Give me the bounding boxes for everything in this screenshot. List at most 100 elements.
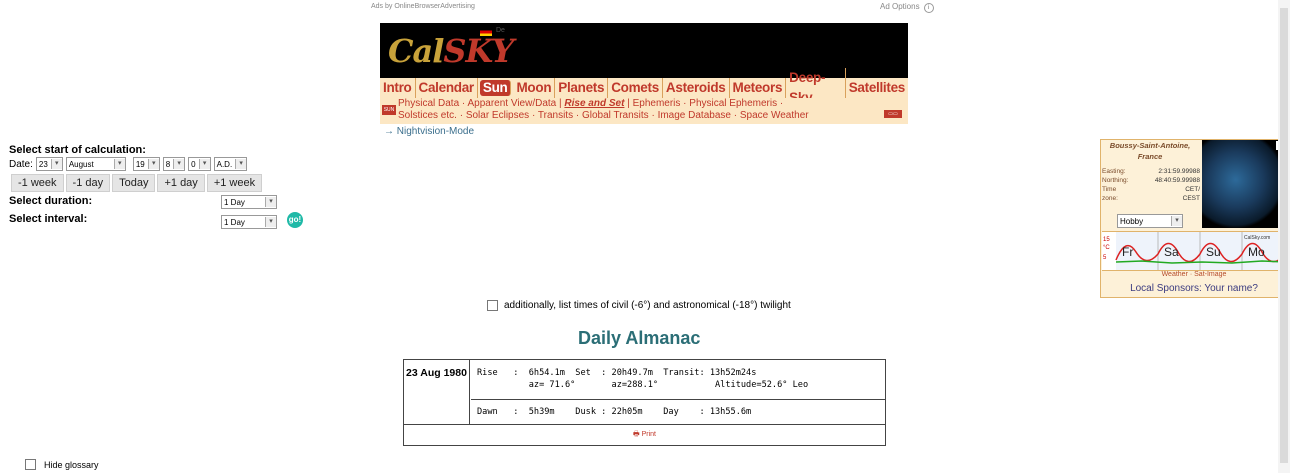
minute-value: 0 bbox=[191, 159, 196, 169]
glossary-label: Hide glossary bbox=[44, 459, 99, 470]
date-selector-row: Date: 23 ▾ August ▾ 19 ▾ 8 ▾ 0 ▾ A.D. ▾ bbox=[9, 157, 248, 171]
coord-value: CET/ bbox=[1185, 186, 1200, 193]
nav-sun[interactable]: Sun bbox=[479, 80, 512, 96]
hour-value: 8 bbox=[165, 159, 171, 169]
calsky-logo[interactable]: CalSKY bbox=[388, 32, 514, 70]
german-flag-icon[interactable] bbox=[480, 28, 492, 36]
local-sponsors-link[interactable]: Local Sponsors: Your name? bbox=[1101, 283, 1287, 294]
month-value: August bbox=[68, 159, 94, 169]
earth-globe-image bbox=[1202, 140, 1286, 228]
nav-intro[interactable]: Intro bbox=[380, 78, 416, 98]
nightvision-link[interactable]: → Nightvision-Mode bbox=[384, 126, 474, 137]
subnav-physical-data[interactable]: Physical Data bbox=[398, 98, 459, 109]
ad-options[interactable]: Ad Options i bbox=[880, 2, 934, 13]
plus-week-button[interactable]: +1 week bbox=[206, 174, 263, 192]
logo-part-a: Cal bbox=[388, 32, 444, 70]
weather-links[interactable]: Weather · Sat-Image bbox=[1101, 271, 1287, 278]
year-select[interactable]: 19 ▾ bbox=[132, 157, 160, 171]
dawn-dusk-row: Dawn : 5h39m Dusk : 22h05m Day : 13h55.6… bbox=[471, 400, 885, 424]
date-label: Date: bbox=[9, 158, 33, 170]
nav-asteroids[interactable]: Asteroids bbox=[663, 78, 730, 98]
page-scrollbar[interactable] bbox=[1278, 0, 1290, 473]
subnav-transits[interactable]: Transits bbox=[538, 110, 573, 121]
language-link[interactable]: De bbox=[496, 27, 505, 34]
duration-value: 1 Day bbox=[224, 197, 245, 207]
hour-select[interactable]: 8 ▾ bbox=[162, 157, 186, 171]
twilight-label: additionally, list times of civil (-6°) … bbox=[504, 300, 791, 311]
minus-day-button[interactable]: -1 day bbox=[65, 174, 111, 192]
ads-by-label[interactable]: Ads by OnlineBrowserAdvertising bbox=[371, 3, 475, 10]
era-select[interactable]: A.D. ▾ bbox=[213, 157, 248, 171]
duration-select[interactable]: 1 Day ▾ bbox=[221, 195, 277, 209]
minute-select[interactable]: 0 ▾ bbox=[188, 157, 211, 171]
subnav-rise-and-set[interactable]: Rise and Set bbox=[564, 98, 624, 109]
scrollbar-thumb[interactable] bbox=[1280, 8, 1288, 463]
rise-set-line-1: Rise : 6h54.1m Set : 20h49.7m Transit: 1… bbox=[477, 368, 757, 378]
temp-tick: 15 bbox=[1103, 237, 1110, 243]
subnav-solstices[interactable]: Solstices etc. bbox=[398, 110, 457, 121]
chevron-down-icon: ▾ bbox=[265, 217, 276, 227]
twilight-option[interactable]: additionally, list times of civil (-6°) … bbox=[487, 300, 791, 311]
hide-glossary-option[interactable]: Hide glossary bbox=[25, 459, 99, 470]
day-label: Su bbox=[1206, 245, 1221, 259]
printer-icon: 🖶 bbox=[633, 431, 642, 438]
nav-planets[interactable]: Planets bbox=[555, 78, 609, 98]
coord-row: Easting: 2:31:59.99988 bbox=[1102, 167, 1200, 176]
subnav-apparent-view[interactable]: Apparent View/Data bbox=[467, 98, 556, 109]
nav-moon[interactable]: Moon bbox=[513, 78, 556, 98]
subnav-solar-eclipses[interactable]: Solar Eclipses bbox=[466, 110, 529, 121]
day-select[interactable]: 23 ▾ bbox=[35, 157, 63, 171]
today-button[interactable]: Today bbox=[112, 174, 156, 192]
print-label: Print bbox=[641, 431, 656, 438]
subnav-line-1: Physical Data · Apparent View/Data | Ris… bbox=[398, 98, 784, 109]
nav-satellites[interactable]: Satellites bbox=[846, 78, 908, 98]
glossary-checkbox[interactable] bbox=[25, 459, 36, 470]
coord-key: zone: bbox=[1102, 195, 1118, 202]
coord-value: CEST bbox=[1182, 195, 1200, 202]
plus-day-button[interactable]: +1 day bbox=[157, 174, 205, 192]
temp-tick: 5 bbox=[1103, 255, 1107, 261]
step-buttons: -1 week -1 day Today +1 day +1 week bbox=[11, 174, 263, 192]
print-link[interactable]: 🖶 Print bbox=[404, 424, 885, 445]
nav-comets[interactable]: Comets bbox=[608, 78, 663, 98]
weather-forecast-chart[interactable]: 15 °C 5 Fr Sa Su Mo CalSky.com bbox=[1102, 231, 1287, 271]
sun-subnav-icon: SUN bbox=[382, 105, 396, 115]
rise-set-line-2: az= 71.6° az=288.1° Altitude=52.6° Leo bbox=[477, 380, 809, 390]
coord-row: Northing: 48:40:59.99988 bbox=[1102, 176, 1200, 185]
day-label: Sa bbox=[1164, 245, 1179, 259]
forecast-graph: 15 °C 5 Fr Sa Su Mo CalSky.com bbox=[1103, 232, 1287, 270]
nav-meteors[interactable]: Meteors bbox=[730, 78, 787, 98]
mode-select[interactable]: Hobby ▾ bbox=[1117, 214, 1183, 228]
coord-row: zone: CEST bbox=[1102, 194, 1200, 203]
chevron-down-icon: ▾ bbox=[113, 159, 125, 169]
sub-nav: SUN Physical Data · Apparent View/Data |… bbox=[380, 98, 908, 124]
subnav-space-weather[interactable]: Space Weather bbox=[740, 110, 809, 121]
minus-week-button[interactable]: -1 week bbox=[11, 174, 64, 192]
chevron-down-icon: ▾ bbox=[50, 159, 62, 169]
coord-key: Northing: bbox=[1102, 177, 1129, 184]
era-value: A.D. bbox=[216, 159, 233, 169]
widget-city[interactable]: Boussy-Saint-Antoine, France bbox=[1101, 140, 1199, 162]
go-button[interactable]: go! bbox=[287, 212, 303, 228]
subnav-ephemeris[interactable]: Ephemeris bbox=[633, 98, 681, 109]
nav-calendar[interactable]: Calendar bbox=[416, 78, 478, 98]
ad-options-label[interactable]: Ad Options bbox=[880, 2, 920, 11]
duration-label: Select duration: bbox=[9, 195, 93, 207]
subnav-physical-ephemeris[interactable]: Physical Ephemeris bbox=[689, 98, 777, 109]
temp-unit: °C bbox=[1103, 245, 1110, 251]
info-icon[interactable]: i bbox=[923, 3, 934, 13]
subnav-image-database[interactable]: Image Database bbox=[658, 110, 731, 121]
interval-label: Select interval: bbox=[9, 213, 88, 225]
subnav-line-2: Solstices etc. · Solar Eclipses · Transi… bbox=[398, 110, 809, 121]
chart-brand: CalSky.com bbox=[1244, 235, 1270, 241]
day-label: Mo bbox=[1248, 245, 1265, 259]
interval-select[interactable]: 1 Day ▾ bbox=[221, 215, 277, 229]
coord-key: Time bbox=[1102, 186, 1117, 193]
month-select[interactable]: August ▾ bbox=[65, 157, 126, 171]
twilight-checkbox[interactable] bbox=[487, 300, 498, 311]
logo-part-b: SKY bbox=[443, 32, 514, 70]
rise-set-row: Rise : 6h54.1m Set : 20h49.7m Transit: 1… bbox=[471, 360, 885, 400]
subnav-badge-icon[interactable]: ▭▭ bbox=[884, 110, 902, 118]
almanac-date: 23 Aug 1980 bbox=[404, 360, 470, 424]
subnav-global-transits[interactable]: Global Transits bbox=[582, 110, 649, 121]
